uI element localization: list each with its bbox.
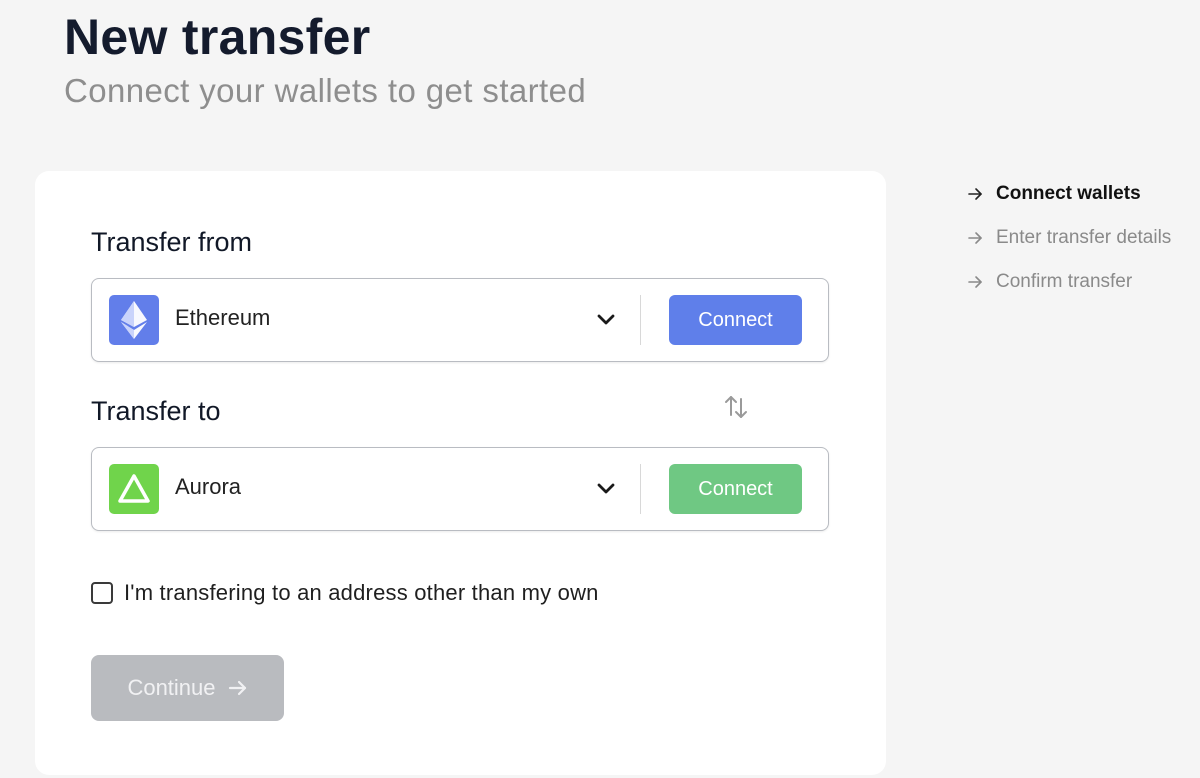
to-chain-name: Aurora [175,474,242,499]
other-address-option[interactable]: I'm transfering to an address other than… [91,580,599,606]
from-chain-name: Ethereum [175,305,271,330]
arrow-right-icon [968,232,982,244]
continue-button[interactable]: Continue [91,655,284,721]
chevron-down-icon[interactable] [594,307,618,331]
transfer-from-label: Transfer from [91,227,253,257]
step-label: Confirm transfer [996,271,1133,292]
ethereum-icon [109,295,159,345]
page-subtitle: Connect your wallets to get started [64,72,587,109]
step-enter-transfer-details: Enter transfer details [966,216,1171,260]
transfer-to-label: Transfer to [91,396,221,426]
other-address-label: I'm transfering to an address other than… [124,580,599,605]
step-label: Enter transfer details [996,227,1172,248]
selector-divider [640,295,641,345]
step-connect-wallets: Connect wallets [966,172,1171,216]
transfer-page: New transfer Connect your wallets to get… [0,0,1200,778]
step-label: Connect wallets [996,183,1141,204]
page-title: New transfer [64,9,371,65]
connect-to-button[interactable]: Connect [669,464,802,514]
transfer-card: Transfer from Ethereum Connect Transfer … [35,171,886,775]
step-confirm-transfer: Confirm transfer [966,260,1171,304]
arrow-right-icon [968,276,982,288]
chevron-down-icon[interactable] [594,476,618,500]
transfer-to-selector: Aurora Connect [91,447,829,531]
swap-direction-icon[interactable] [722,393,750,421]
connect-from-button[interactable]: Connect [669,295,802,345]
arrow-right-icon [228,680,246,696]
arrow-right-icon [968,188,982,200]
aurora-icon [109,464,159,514]
progress-steps: Connect wallets Enter transfer details C… [966,172,1171,304]
other-address-checkbox[interactable] [91,582,113,604]
transfer-from-selector: Ethereum Connect [91,278,829,362]
selector-divider [640,464,641,514]
continue-button-label: Continue [127,675,216,700]
